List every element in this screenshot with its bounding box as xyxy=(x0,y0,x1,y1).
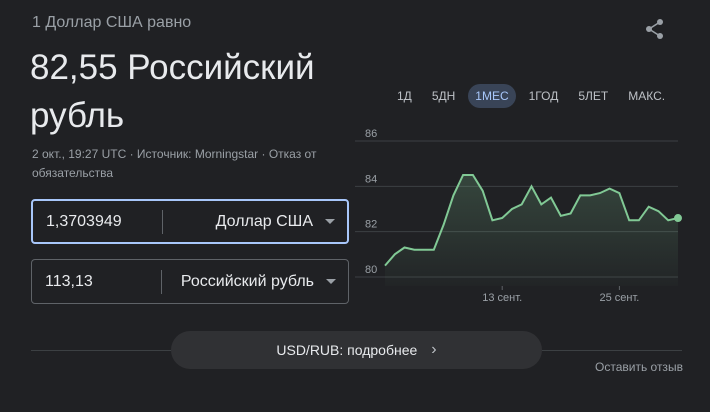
share-icon xyxy=(646,19,663,39)
x-tick-label: 25 сент. xyxy=(599,292,639,304)
details-label: USD/RUB: подробнее xyxy=(276,342,418,358)
from-amount-input[interactable] xyxy=(33,212,156,231)
tab-1d[interactable]: 1Д xyxy=(390,84,419,108)
chart-current-point xyxy=(674,214,682,223)
to-currency-row: Российский рубль xyxy=(31,259,349,304)
from-currency-label: Доллар США xyxy=(215,212,313,230)
share-button[interactable] xyxy=(642,16,668,42)
from-currency-row: Доллар США xyxy=(31,199,349,244)
caret-down-icon xyxy=(326,279,336,284)
divider xyxy=(31,350,171,351)
tab-max[interactable]: МАКС. xyxy=(621,84,672,108)
from-currency-select[interactable]: Доллар США xyxy=(163,213,347,231)
tab-5y[interactable]: 5ЛЕТ xyxy=(571,84,615,108)
feedback-link[interactable]: Оставить отзыв xyxy=(595,360,683,374)
chevron-right-icon: › xyxy=(431,341,437,358)
to-currency-label: Российский рубль xyxy=(180,272,314,290)
tab-1y[interactable]: 1ГОД xyxy=(522,84,566,108)
tab-5d[interactable]: 5ДН xyxy=(425,84,462,108)
y-tick-label: 86 xyxy=(365,128,377,140)
y-tick-label: 84 xyxy=(365,173,377,185)
source-disclaimer: 2 окт., 19:27 UTC · Источник: Morningsta… xyxy=(32,147,317,180)
y-tick-label: 82 xyxy=(365,219,377,231)
result-subtitle: 1 Доллар США равно xyxy=(32,14,192,31)
divider xyxy=(542,350,682,351)
rate-chart[interactable]: 80 82 84 86 13 сент. 25 сент. xyxy=(355,128,690,308)
tab-1m[interactable]: 1МЕС xyxy=(468,84,516,108)
to-currency-select[interactable]: Российский рубль xyxy=(162,273,348,291)
caret-down-icon xyxy=(325,219,335,224)
x-tick-label: 13 сент. xyxy=(482,292,522,304)
details-button[interactable]: USD/RUB: подробнее › xyxy=(171,331,542,369)
to-amount-input[interactable] xyxy=(32,272,155,291)
chart-area xyxy=(385,175,678,286)
y-tick-label: 80 xyxy=(365,264,377,276)
range-tabs: 1Д 5ДН 1МЕС 1ГОД 5ЛЕТ МАКС. xyxy=(390,84,678,108)
exchange-rate-value: 82,55 Российский рубль xyxy=(30,48,315,135)
